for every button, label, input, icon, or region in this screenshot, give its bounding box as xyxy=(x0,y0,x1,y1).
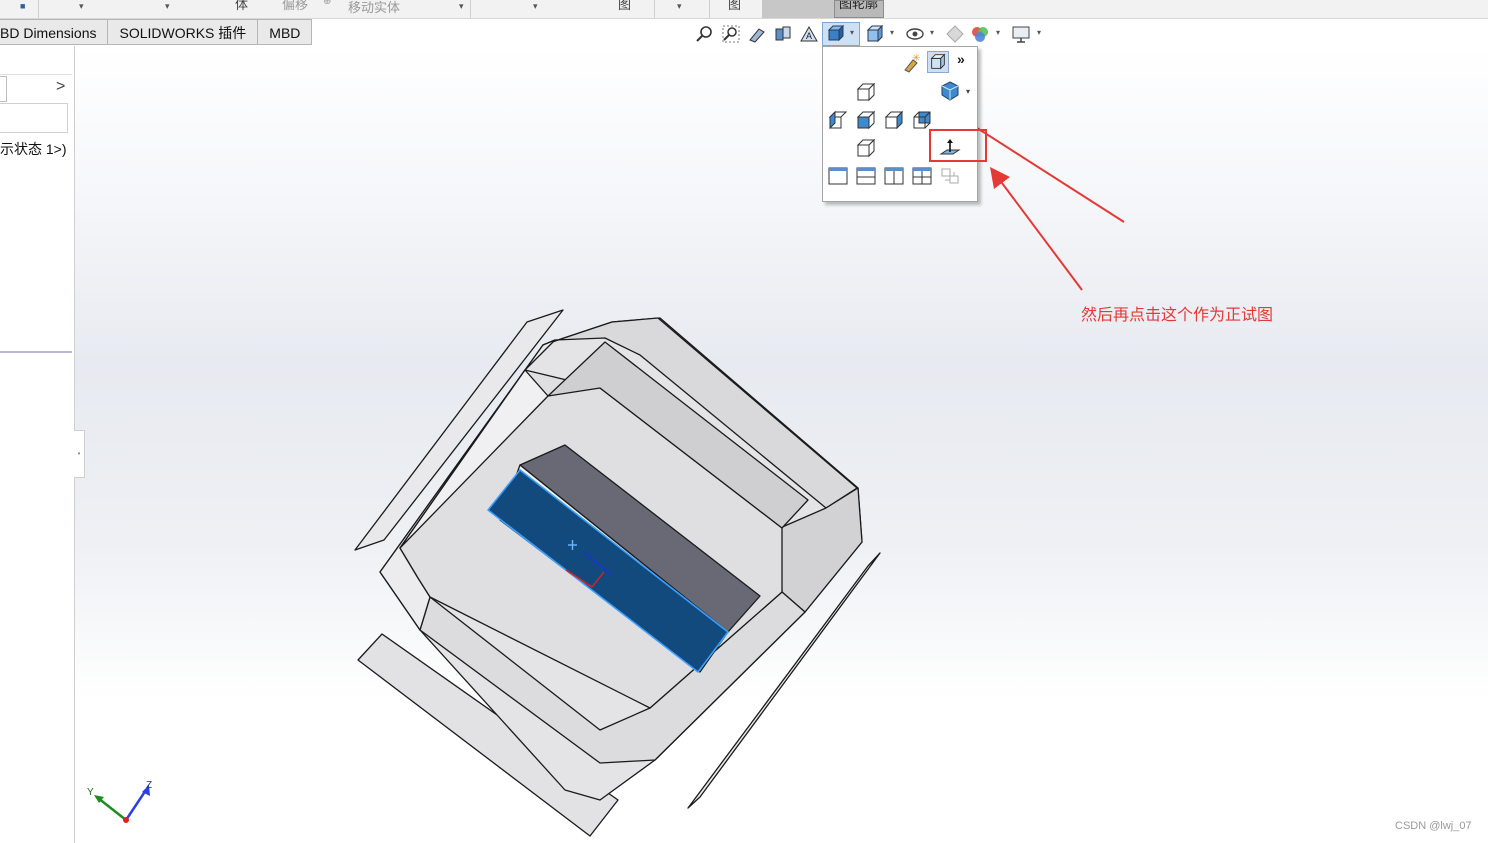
single-view-icon[interactable] xyxy=(827,165,849,187)
back-view-icon[interactable] xyxy=(911,109,933,131)
filter-input[interactable] xyxy=(0,103,68,133)
ribbon-separator xyxy=(654,0,655,18)
ribbon-view-label-2[interactable]: 图 xyxy=(728,0,741,13)
zoom-to-fit-icon[interactable] xyxy=(695,24,715,44)
triad-y-label: Y xyxy=(87,787,94,798)
panel-divider xyxy=(0,74,72,75)
isometric-view-icon[interactable] xyxy=(939,80,961,102)
view-orientation-icon[interactable] xyxy=(826,24,846,44)
hide-show-items-icon[interactable] xyxy=(905,24,925,44)
apply-scene-icon[interactable] xyxy=(970,24,990,44)
two-view-vertical-icon[interactable] xyxy=(883,165,905,187)
link-views-icon[interactable] xyxy=(939,165,961,187)
chevron-right-icon[interactable]: > xyxy=(56,78,65,96)
ribbon-body-label[interactable]: 体 xyxy=(235,0,248,13)
ribbon-small-icon[interactable]: ■ xyxy=(20,1,25,11)
top-view-icon[interactable] xyxy=(855,81,877,103)
ribbon-offset-label[interactable]: 偏移 xyxy=(282,0,308,13)
ribbon-dropdown-arrow[interactable]: ▾ xyxy=(79,1,84,12)
normal-to-highlight-box xyxy=(929,129,987,162)
ribbon-dropdown-arrow[interactable]: ▾ xyxy=(165,1,170,12)
reference-triad: Y Z xyxy=(87,780,152,823)
graphics-area[interactable] xyxy=(75,46,1488,843)
dynamic-annotation-icon[interactable]: A xyxy=(799,24,819,44)
scene-dropdown[interactable]: ▾ xyxy=(996,28,1000,37)
view-settings-dropdown[interactable]: ▾ xyxy=(1037,28,1041,37)
panel-tab-stub[interactable] xyxy=(0,76,7,102)
command-manager-tabs: BD Dimensions SOLIDWORKS 插件 MBD xyxy=(0,19,313,46)
isometric-dropdown[interactable]: ▾ xyxy=(966,87,970,96)
ribbon-bar: ■ ▾ ▾ 体 偏移 ⊕ 移动实体 ▾ ▾ 图 ▾ 图 图轮廓 xyxy=(0,0,1488,19)
ribbon-separator xyxy=(709,0,710,18)
ribbon-gray-block xyxy=(762,0,834,18)
display-style-icon[interactable] xyxy=(865,24,885,44)
view-selector-button[interactable] xyxy=(927,51,949,73)
section-view-icon[interactable] xyxy=(773,24,793,44)
tab-mbd[interactable]: MBD xyxy=(258,19,313,45)
view-orientation-dropdown[interactable]: ▾ xyxy=(850,28,854,37)
four-view-icon[interactable] xyxy=(911,165,933,187)
ribbon-view-label[interactable]: 图 xyxy=(618,0,631,13)
front-view-icon[interactable] xyxy=(855,109,877,131)
right-view-icon[interactable] xyxy=(883,109,905,131)
triad-z-label: Z xyxy=(146,780,152,791)
svg-text:A: A xyxy=(806,31,812,41)
left-view-icon[interactable] xyxy=(827,109,849,131)
ribbon-separator xyxy=(470,0,471,18)
ribbon-outline-label: 图轮廓 xyxy=(839,0,879,11)
bottom-view-icon[interactable] xyxy=(855,137,877,159)
view-settings-icon[interactable] xyxy=(1011,24,1031,44)
more-views-button[interactable]: » xyxy=(957,51,965,67)
panel-splitter[interactable] xyxy=(0,351,72,353)
annotation-text: 然后再点击这个作为正试图 xyxy=(1081,307,1274,324)
ribbon-dropdown-arrow[interactable]: ▾ xyxy=(677,1,682,12)
tab-solidworks-addins[interactable]: SOLIDWORKS 插件 xyxy=(108,19,259,45)
hide-show-dropdown[interactable]: ▾ xyxy=(930,28,934,37)
new-view-icon[interactable]: ✳ xyxy=(901,52,923,74)
ribbon-separator xyxy=(38,0,39,18)
display-state-text[interactable]: 示状态 1>) xyxy=(0,139,67,159)
edit-appearance-icon[interactable] xyxy=(945,24,965,44)
ribbon-move-icon[interactable]: ⊕ xyxy=(323,0,331,7)
watermark: CSDN @lwj_07 xyxy=(1395,820,1472,832)
previous-view-icon[interactable] xyxy=(747,24,767,44)
two-view-horizontal-icon[interactable] xyxy=(855,165,877,187)
zoom-to-area-icon[interactable] xyxy=(721,24,741,44)
ribbon-dropdown-arrow[interactable]: ▾ xyxy=(459,1,464,12)
view-selector-icon xyxy=(930,53,946,70)
svg-text:✳: ✳ xyxy=(912,53,920,64)
panel-collapse-handle[interactable]: • xyxy=(74,430,85,478)
feature-manager-panel: > 示状态 1>) xyxy=(0,46,75,843)
ribbon-dropdown-arrow[interactable]: ▾ xyxy=(533,1,538,12)
tab-mbd-dimensions[interactable]: BD Dimensions xyxy=(0,19,109,45)
ribbon-move-label[interactable]: 移动实体 xyxy=(348,0,400,16)
view-orientation-flyout: ✳ » ▾ xyxy=(822,46,978,202)
display-style-dropdown[interactable]: ▾ xyxy=(890,28,894,37)
ribbon-outline-button[interactable]: 图轮廓 xyxy=(834,0,884,18)
